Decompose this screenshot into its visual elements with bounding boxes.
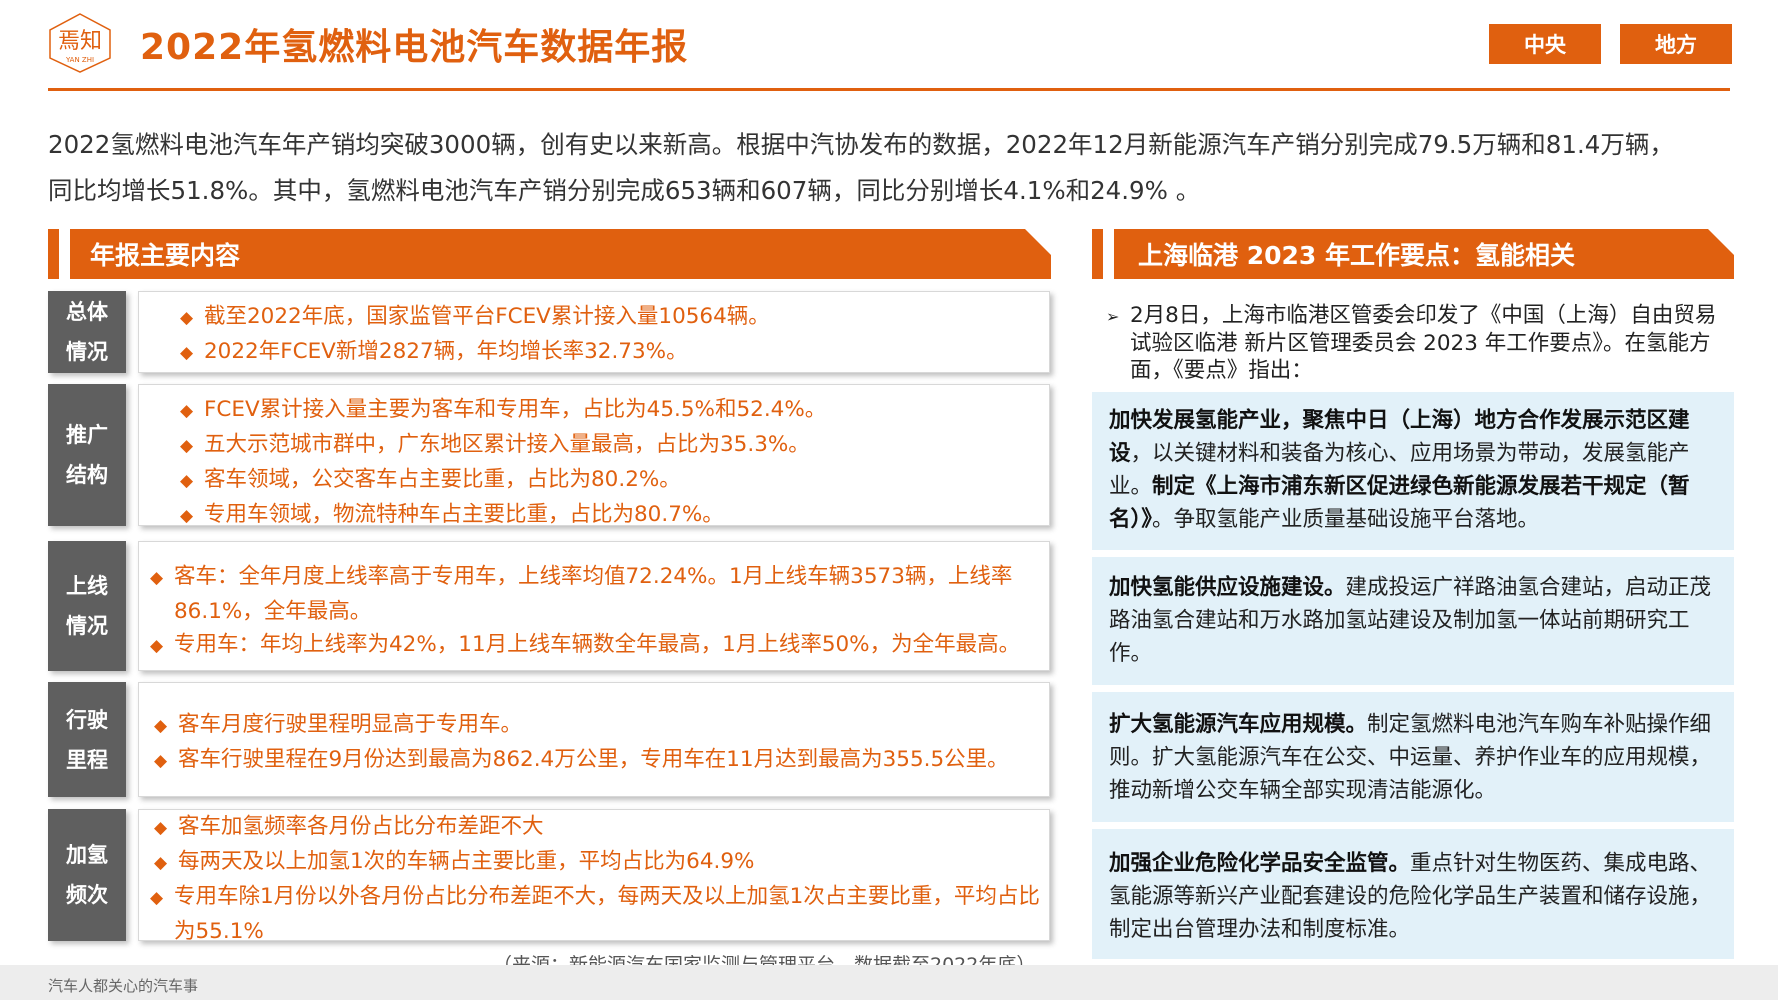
diamond-icon: ◆ (180, 401, 194, 421)
row-content-structure: ◆ FCEV累计接入量主要为客车和专用车，占比为45.5%和52.4%。 ◆ 五大示… (138, 384, 1050, 527)
diamond-icon: ◆ (150, 568, 164, 588)
list-item: ◆ 每两天及以上加氢1次的车辆占主要比重，平均占比为64.9% (154, 845, 1041, 880)
row-label-text: 情况 (66, 340, 108, 364)
arrow-icon: ➢ (1106, 307, 1120, 326)
row-label-text: 情况 (66, 614, 108, 638)
list-item: ◆ 2022年FCEV新增2827辆，年均增长率32.73%。 (180, 335, 1049, 370)
list-item: ◆ 客车行驶里程在9月份达到最高为862.4万公里，专用车在11月达到最高为355… (154, 743, 1049, 778)
diamond-icon: ◆ (180, 506, 194, 526)
intro-paragraph: 2022氢燃料电池汽车年产销均突破3000辆，创有史以来新高。根据中汽协发布的数… (48, 122, 1738, 214)
page-title: 2022年氢燃料电池汽车数据年报 (140, 27, 689, 68)
list-item: ◆ 客车领域，公交客车占主要比重，占比为80.2%。 (180, 463, 1049, 498)
diamond-icon: ◆ (154, 853, 168, 873)
diamond-icon: ◆ (154, 716, 168, 736)
row-label-text: 里程 (66, 747, 108, 772)
list-item: ◆ FCEV累计接入量主要为客车和专用车，占比为45.5%和52.4%。 (180, 393, 1049, 428)
list-item: ◆ 客车加氢频率各月份占比分布差距不大 (154, 810, 1041, 845)
card-heading: 加快氢能供应设施建设。 (1109, 575, 1346, 600)
row-content-mileage: ◆ 客车月度行驶里程明显高于专用车。 ◆ 客车行驶里程在9月份达到最高为862.4万… (138, 682, 1050, 797)
local-button[interactable]: 地方 (1620, 24, 1732, 64)
section-title: 上海临港 2023 年工作要点：氢能相关 (1138, 241, 1575, 270)
footer-band (0, 965, 1778, 1000)
diamond-icon: ◆ (180, 436, 194, 456)
policy-card: 加快发展氢能产业，聚焦中日（上海）地方合作发展示范区建设，以关键材料和装备为核心… (1092, 392, 1734, 550)
row-label-online: 上线 情况 (48, 541, 126, 671)
diamond-icon: ◆ (180, 308, 194, 328)
list-item: ◆ 截至2022年底，国家监管平台FCEV累计接入量10564辆。 (180, 300, 1049, 335)
yanzhi-logo: 焉知 YAN ZHI (49, 13, 111, 73)
list-item: ◆ 专用车除1月份以外各月份占比分布差距不大，每两天及以上加氢1次占主要比重，平均… (150, 884, 1040, 944)
list-item: ◆ 专用车领域，物流特种车占主要比重，占比为80.7%。 (180, 498, 1049, 533)
diamond-icon: ◆ (154, 751, 168, 771)
row-label-text: 总体 (66, 300, 108, 324)
footer-slogan: 汽车人都关心的汽车事 (48, 977, 199, 995)
row-label-text: 频次 (66, 883, 108, 907)
annual-report-section-header: 年报主要内容 (48, 229, 1051, 279)
notice-paragraph: ➢ 2月8日，上海市临港区管委会印发了《中国（上海）自由贸易试验区临港 新片区管理… (1106, 303, 1717, 383)
row-label-mileage: 行驶 里程 (48, 682, 126, 797)
policy-card: 加强企业危险化学品安全监管。重点针对生物医药、集成电路、氢能源等新兴产业配套建设… (1092, 829, 1734, 959)
card-text: 。争取氢能产业质量基础设施平台落地。 (1152, 507, 1540, 532)
policy-card: 加快氢能供应设施建设。建成投运广祥路油氢合建站，启动正茂路油氢合建站和万水路加氢… (1092, 557, 1734, 685)
intro-line: 同比均增长51.8%。其中，氢燃料电池汽车产销分别完成653辆和607辆，同比分… (48, 176, 1201, 205)
row-label-structure: 推广 结构 (48, 384, 126, 526)
central-button[interactable]: 中央 (1489, 24, 1601, 64)
row-label-text: 上线 (66, 574, 108, 598)
row-content-refueling: ◆ 客车加氢频率各月份占比分布差距不大 ◆ 每两天及以上加氢1次的车辆占主要比重，平… (138, 809, 1050, 944)
section-title: 年报主要内容 (90, 241, 241, 270)
diamond-icon: ◆ (180, 343, 194, 363)
list-item: ◆ 客车月度行驶里程明显高于专用车。 (154, 708, 1049, 743)
row-content-online: ◆ 客车：全年月度上线率高于专用车，上线率均值72.24%。1月上线车辆3573辆… (138, 541, 1050, 671)
row-label-text: 加氢 (66, 843, 108, 867)
card-heading: 扩大氢能源汽车应用规模。 (1109, 712, 1368, 737)
row-label-refueling: 加氢 频次 (48, 809, 126, 941)
row-label-text: 推广 (66, 423, 108, 447)
diamond-icon: ◆ (154, 818, 168, 838)
diamond-icon: ◆ (180, 471, 194, 491)
row-label-overview: 总体 情况 (48, 291, 126, 373)
row-label-text: 行驶 (66, 707, 108, 732)
diamond-icon: ◆ (150, 636, 164, 656)
list-item: ◆ 五大示范城市群中，广东地区累计接入量最高，占比为35.3%。 (180, 428, 1049, 463)
section-accent-bar (1092, 229, 1103, 279)
intro-line: 2022氢燃料电池汽车年产销均突破3000辆，创有史以来新高。根据中汽协发布的数… (48, 130, 1674, 159)
policy-card: 扩大氢能源汽车应用规模。制定氢燃料电池汽车购车补贴操作细则。扩大氢能源汽车在公交… (1092, 692, 1734, 822)
svg-text:焉知: 焉知 (58, 29, 102, 54)
card-heading: 加强企业危险化学品安全监管。 (1109, 851, 1411, 876)
svg-text:YAN ZHI: YAN ZHI (65, 56, 94, 64)
diamond-icon: ◆ (150, 888, 164, 908)
row-content-overview: ◆ 截至2022年底，国家监管平台FCEV累计接入量10564辆。 ◆ 2022年F… (138, 291, 1050, 373)
lingang-section-header: 上海临港 2023 年工作要点：氢能相关 (1092, 229, 1734, 279)
row-label-text: 结构 (66, 463, 108, 487)
list-item: ◆ 专用车：年均上线率为42%，11月上线车辆数全年最高，1月上线率50%，为全年… (150, 628, 1041, 663)
section-accent-bar (48, 229, 59, 279)
header-divider (48, 88, 1730, 91)
list-item: ◆ 客车：全年月度上线率高于专用车，上线率均值72.24%。1月上线车辆3573辆… (150, 564, 1013, 624)
